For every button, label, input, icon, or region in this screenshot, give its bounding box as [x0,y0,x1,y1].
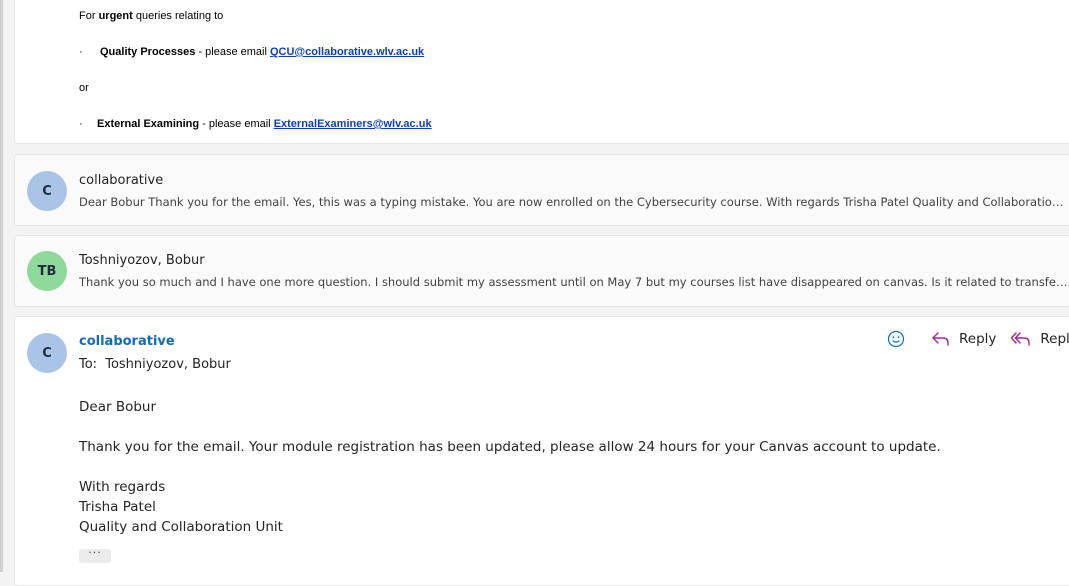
react-button[interactable] [887,330,913,348]
quoted-message-card: For urgent queries relating to · Quality … [14,0,1069,144]
emoji-icon [887,330,905,348]
quality-processes-text: - please email [195,46,270,58]
quoted-intro-bold: urgent [98,10,133,22]
sender-name: collaborative [79,173,164,188]
reply-button[interactable]: Reply [931,331,996,347]
reply-all-label: Reply a [1040,331,1069,347]
external-examiners-email-link[interactable]: ExternalExaminers@wlv.ac.uk [274,118,432,130]
to-label: To: [79,357,98,372]
reply-all-button[interactable]: Reply a [1010,331,1069,347]
open-message-card: C collaborative To: Toshniyozov, Bobur R… [14,316,1069,586]
reading-pane-left-border [0,0,3,572]
avatar-initials: TB [37,263,57,279]
reply-icon [932,332,949,346]
body-text: Thank you for the email. Your module reg… [79,439,941,455]
quality-processes-label: Quality Processes [100,46,196,58]
body-greeting: Dear Bobur [79,399,157,415]
show-trimmed-content-button[interactable]: ··· [79,547,111,563]
message-preview: Dear Bobur Thank you for the email. Yes,… [79,195,1069,209]
signature-unit: Quality and Collaboration Unit [79,519,283,535]
signature-line: With regards [79,479,166,495]
sender-name: Toshniyozov, Bobur [79,253,205,268]
quoted-bullet-examining: · External Examining - please email Exter… [79,118,432,130]
avatar-initials: C [42,345,52,361]
external-examining-label: External Examining [97,118,200,130]
collapsed-message-bobur[interactable]: TB Toshniyozov, Bobur Thank you so much … [14,235,1069,307]
message-actions: Reply Reply a [887,330,1069,348]
avatar: C [27,171,67,211]
collapsed-message-collaborative[interactable]: C collaborative Dear Bobur Thank you for… [14,154,1069,226]
avatar: C [27,333,67,373]
quoted-or: or [79,82,89,94]
quoted-bullet-quality: · Quality Processes - please email QCU@co… [79,46,424,58]
quoted-intro-text-end: queries relating to [132,10,224,22]
qcu-email-link[interactable]: QCU@collaborative.wlv.ac.uk [270,46,424,58]
reply-label: Reply [959,331,997,347]
avatar-initials: C [42,183,52,199]
bullet-glyph: · [79,46,83,58]
bullet-glyph: · [79,118,83,130]
quoted-intro-text: For [79,10,99,22]
signature-name: Trisha Patel [79,499,156,515]
quoted-intro: For urgent queries relating to [79,10,223,22]
recipient-line: To: Toshniyozov, Bobur [79,357,231,372]
sender-name-link[interactable]: collaborative [79,334,175,349]
message-preview: Thank you so much and I have one more qu… [79,275,1069,289]
avatar: TB [27,251,67,291]
external-examining-text: - please email [199,118,274,130]
recipient-name[interactable]: Toshniyozov, Bobur [105,357,231,372]
reply-all-icon [1011,332,1031,346]
